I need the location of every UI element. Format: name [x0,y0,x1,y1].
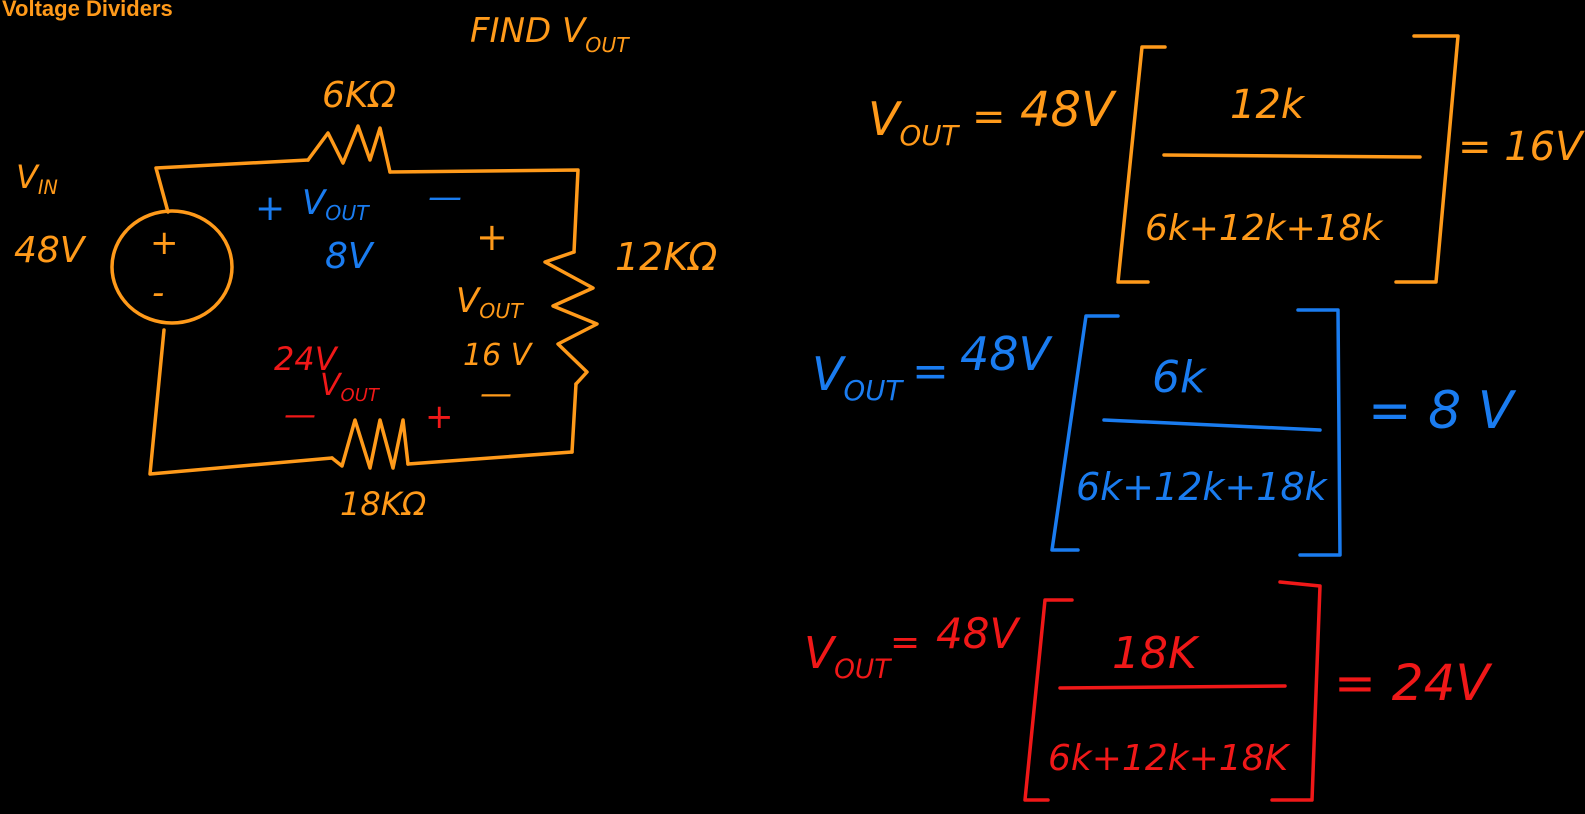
whiteboard-drawing: FIND VOUT 6KΩ 12KΩ 18KΩ VIN 48V + - + VO… [14,11,1585,802]
fraction-bar-2 [1102,418,1322,432]
source-minus: - [152,273,164,313]
eq1-vout-sub: OUT [899,119,960,152]
eq1-equals: = [972,94,1006,140]
r1-vout: VOUT [302,183,370,225]
r3-vout: VOUT [320,368,381,406]
resistor-12k [543,250,599,386]
r2-vout-sub: OUT [479,299,524,323]
resistor-18k-label: 18KΩ [340,485,427,523]
eq2-vout-sub: OUT [843,374,904,407]
eq3-vout-sub: OUT [834,654,892,685]
resistor-12k-label: 12KΩ [615,235,717,279]
eq3-denominator: 6k+12k+18K [1048,738,1291,779]
wire-right-bottom [570,382,578,454]
find-vout-text: FIND VOUT [470,11,630,57]
eq1-vout-main: V [868,92,903,146]
equation-2-graphics [1050,308,1342,557]
r2-vout-main: V [456,281,482,321]
r1-plus: + [255,188,285,229]
circuit-wires [110,124,599,476]
eq1-result: = 16V [1458,124,1585,170]
eq1-vout: VOUT [868,92,960,152]
vin-value: 48V [14,230,87,271]
instruction-main: FIND V [470,11,588,51]
eq2-denominator: 6k+12k+18k [1076,465,1329,509]
eq2-equals: = [912,346,949,397]
eq3-numerator: 18K [1112,628,1200,679]
resistor-6k [306,124,392,174]
r2-vout: VOUT [456,281,524,323]
bracket-right-1 [1394,34,1460,284]
r3-plus: + [425,397,454,437]
eq1-numerator: 12k [1230,82,1306,128]
fraction-bar-3 [1058,684,1287,690]
eq2-numerator: 6k [1152,352,1207,403]
vin-label: VIN [16,158,58,199]
source-plus: + [150,223,179,263]
eq3-vin: 48V [936,609,1021,658]
fraction-bar-1 [1162,153,1422,159]
eq1-denominator: 6k+12k+18k [1145,208,1385,249]
wire-bottom-right [406,450,574,466]
eq2-vin: 48V [960,327,1054,381]
bracket-left-2 [1050,314,1120,552]
wire-top-left [154,158,310,214]
eq2-vout-main: V [812,347,847,401]
eq3-vout: VOUT [804,628,892,685]
eq2-vout: VOUT [812,347,904,407]
r1-vout-main: V [302,183,328,223]
vin-main: V [16,158,40,196]
instruction-sub: OUT [585,33,630,57]
r1-value: 8V [325,236,375,277]
eq3-result: = 24V [1334,654,1493,712]
bracket-right-2 [1296,308,1342,557]
r2-value: 16 V [463,338,534,373]
r1-minus: — [428,177,462,217]
r1-vout-sub: OUT [325,201,370,225]
vin-sub: IN [38,176,58,199]
r3-vout-sub: OUT [341,385,381,406]
eq3-equals: = [890,622,920,663]
eq3-vout-main: V [804,628,837,679]
resistor-18k [330,418,410,470]
resistor-6k-label: 6KΩ [322,75,397,116]
eq1-vin: 48V [1020,82,1117,138]
eq2-result: = 8 V [1368,381,1517,441]
r2-plus: + [476,215,508,259]
r2-minus: — [480,374,512,412]
r3-minus: — [284,395,316,433]
